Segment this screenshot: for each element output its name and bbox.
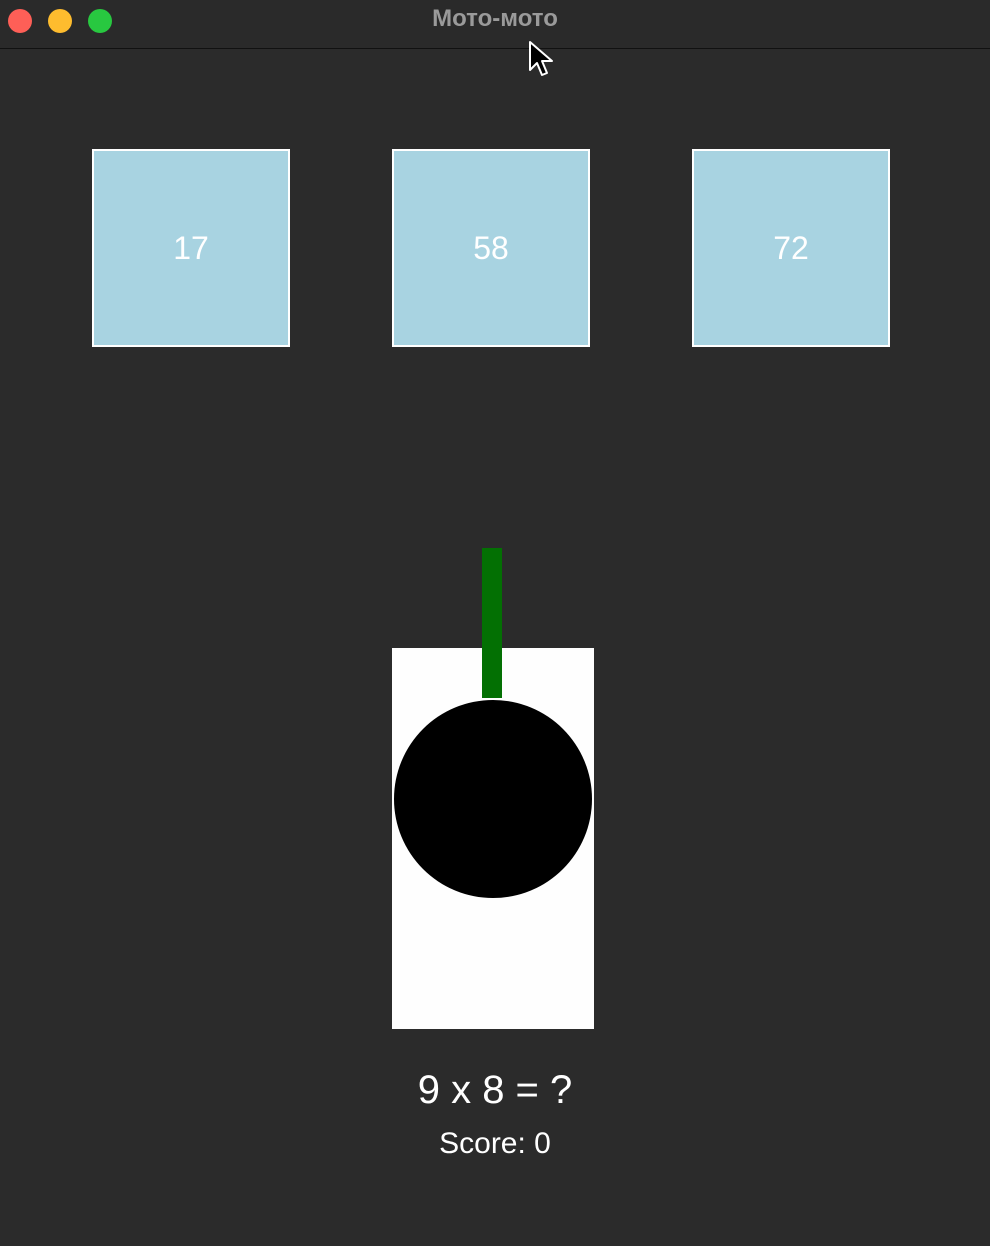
answer-target-1[interactable]: 17 xyxy=(92,149,290,347)
player-tank-barrel xyxy=(482,548,502,698)
answer-target-value: 72 xyxy=(773,229,809,266)
game-canvas[interactable]: 17 58 72 9 x 8 = ? Score: 0 xyxy=(0,49,990,1246)
title-bar: Мото-мото xyxy=(0,0,990,49)
answer-target-3[interactable]: 72 xyxy=(692,149,890,347)
window-title: Мото-мото xyxy=(432,5,558,32)
score-display: Score: 0 xyxy=(439,1127,551,1160)
answer-target-value: 17 xyxy=(173,229,209,266)
answer-target-value: 58 xyxy=(473,229,509,266)
player-tank-turret xyxy=(394,700,592,898)
app-window: Мото-мото 17 58 72 9 x 8 = ? Score: 0 xyxy=(0,0,990,1246)
math-question: 9 x 8 = ? xyxy=(417,1068,573,1112)
mouse-pointer-icon xyxy=(529,41,553,76)
answer-target-2[interactable]: 58 xyxy=(392,149,590,347)
